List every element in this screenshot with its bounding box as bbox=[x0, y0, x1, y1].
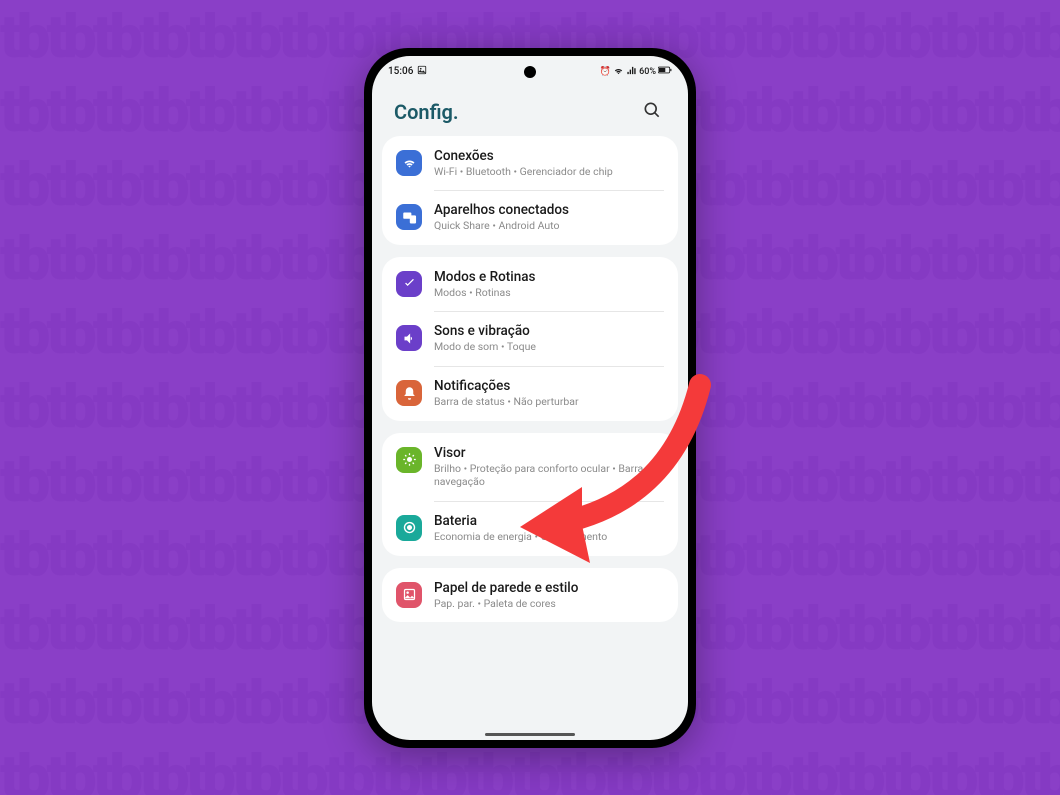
phone-frame: 15:06 ⏰ 60% Config. bbox=[364, 48, 696, 748]
camera-hole bbox=[524, 66, 536, 78]
battery-text: 60% bbox=[639, 67, 656, 77]
item-title: Visor bbox=[434, 445, 664, 461]
settings-item[interactable]: ConexõesWi-Fi • Bluetooth • Gerenciador … bbox=[382, 136, 678, 191]
settings-group: VisorBrilho • Proteção para conforto ocu… bbox=[382, 433, 678, 556]
wifi-icon bbox=[613, 65, 624, 79]
settings-item[interactable]: Papel de parede e estiloPap. par. • Pale… bbox=[382, 568, 678, 623]
item-subtitle: Quick Share • Android Auto bbox=[434, 219, 664, 233]
item-text: Aparelhos conectadosQuick Share • Androi… bbox=[434, 202, 664, 233]
settings-group: ConexõesWi-Fi • Bluetooth • Gerenciador … bbox=[382, 136, 678, 245]
item-text: Sons e vibraçãoModo de som • Toque bbox=[434, 323, 664, 354]
battery-icon bbox=[658, 66, 672, 77]
battery-icon bbox=[396, 515, 422, 541]
settings-item[interactable]: VisorBrilho • Proteção para conforto ocu… bbox=[382, 433, 678, 501]
sound-icon bbox=[396, 325, 422, 351]
wallpaper-icon bbox=[396, 582, 422, 608]
page-title: Config. bbox=[394, 100, 459, 124]
status-time: 15:06 bbox=[388, 66, 413, 77]
item-title: Conexões bbox=[434, 148, 664, 164]
search-icon bbox=[642, 100, 662, 124]
item-text: VisorBrilho • Proteção para conforto ocu… bbox=[434, 445, 664, 489]
item-text: NotificaçõesBarra de status • Não pertur… bbox=[434, 378, 664, 409]
routine-icon bbox=[396, 271, 422, 297]
item-subtitle: Modo de som • Toque bbox=[434, 340, 664, 354]
settings-group: Papel de parede e estiloPap. par. • Pale… bbox=[382, 568, 678, 623]
settings-item[interactable]: NotificaçõesBarra de status • Não pertur… bbox=[382, 366, 678, 421]
search-button[interactable] bbox=[638, 98, 666, 126]
item-text: BateriaEconomia de energia • Carregament… bbox=[434, 513, 664, 544]
home-indicator[interactable] bbox=[485, 733, 575, 736]
phone-screen: 15:06 ⏰ 60% Config. bbox=[372, 56, 688, 740]
image-icon bbox=[417, 65, 427, 78]
brightness-icon bbox=[396, 447, 422, 473]
item-text: Modos e RotinasModos • Rotinas bbox=[434, 269, 664, 300]
item-text: ConexõesWi-Fi • Bluetooth • Gerenciador … bbox=[434, 148, 664, 179]
item-title: Aparelhos conectados bbox=[434, 202, 664, 218]
item-title: Modos e Rotinas bbox=[434, 269, 664, 285]
item-title: Sons e vibração bbox=[434, 323, 664, 339]
bell-icon bbox=[396, 380, 422, 406]
devices-icon bbox=[396, 204, 422, 230]
settings-item[interactable]: Sons e vibraçãoModo de som • Toque bbox=[382, 311, 678, 366]
item-subtitle: Brilho • Proteção para conforto ocular •… bbox=[434, 462, 664, 489]
settings-group: Modos e RotinasModos • Rotinas Sons e vib… bbox=[382, 257, 678, 421]
alarm-icon: ⏰ bbox=[600, 67, 611, 77]
item-title: Bateria bbox=[434, 513, 664, 529]
settings-item[interactable]: BateriaEconomia de energia • Carregament… bbox=[382, 501, 678, 556]
item-text: Papel de parede e estiloPap. par. • Pale… bbox=[434, 580, 664, 611]
item-subtitle: Economia de energia • Carregamento bbox=[434, 530, 664, 544]
item-subtitle: Pap. par. • Paleta de cores bbox=[434, 597, 664, 611]
item-subtitle: Barra de status • Não perturbar bbox=[434, 395, 664, 409]
signal-icon bbox=[626, 65, 637, 79]
item-subtitle: Modos • Rotinas bbox=[434, 286, 664, 300]
settings-list[interactable]: ConexõesWi-Fi • Bluetooth • Gerenciador … bbox=[372, 136, 688, 740]
item-title: Notificações bbox=[434, 378, 664, 394]
page-header: Config. bbox=[372, 84, 688, 136]
wifi-icon bbox=[396, 150, 422, 176]
item-title: Papel de parede e estilo bbox=[434, 580, 664, 596]
settings-item[interactable]: Aparelhos conectadosQuick Share • Androi… bbox=[382, 190, 678, 245]
settings-item[interactable]: Modos e RotinasModos • Rotinas bbox=[382, 257, 678, 312]
item-subtitle: Wi-Fi • Bluetooth • Gerenciador de chip bbox=[434, 165, 664, 179]
